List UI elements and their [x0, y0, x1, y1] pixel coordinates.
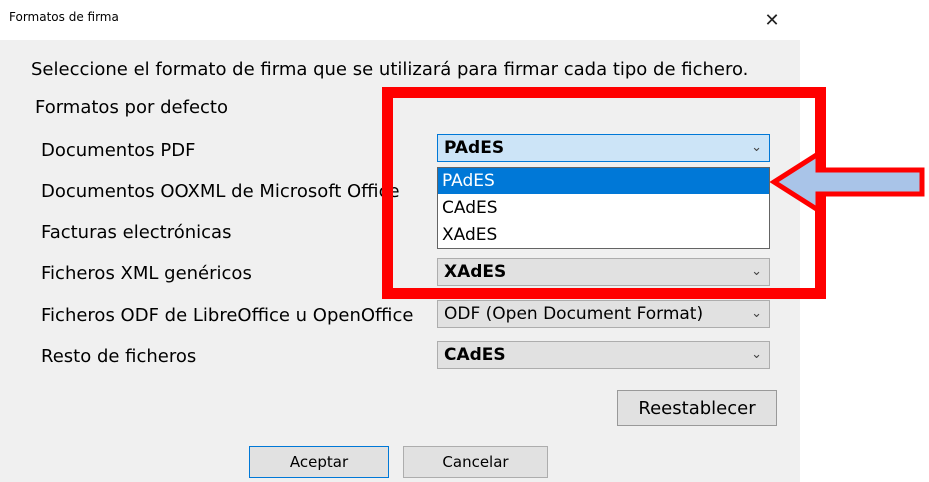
dropdown-option-pades[interactable]: PAdES — [438, 168, 769, 194]
resto-format-value: CAdES — [444, 345, 506, 365]
window-title: Formatos de firma — [9, 10, 119, 24]
chevron-down-icon: ⌄ — [751, 347, 762, 362]
label-facturas: Facturas electrónicas — [41, 222, 232, 243]
close-icon[interactable]: ✕ — [758, 6, 786, 34]
title-bar: Formatos de firma ✕ — [0, 0, 800, 40]
dropdown-option-xades[interactable]: XAdES — [438, 222, 769, 248]
group-title: Formatos por defecto — [35, 97, 228, 118]
chevron-down-icon: ⌄ — [751, 264, 762, 279]
odf-format-value: ODF (Open Document Format) — [444, 304, 704, 324]
label-pdf: Documentos PDF — [41, 140, 196, 161]
pdf-format-dropdown-list: PAdES CAdES XAdES — [437, 167, 770, 249]
accept-button[interactable]: Aceptar — [249, 446, 389, 478]
cancel-button[interactable]: Cancelar — [403, 446, 548, 478]
reset-button[interactable]: Reestablecer — [617, 390, 777, 426]
chevron-down-icon: ⌄ — [751, 306, 762, 321]
signature-formats-dialog: Formatos de firma ✕ Seleccione el format… — [0, 0, 800, 482]
odf-format-select[interactable]: ODF (Open Document Format) ⌄ — [437, 300, 770, 328]
chevron-down-icon: ⌄ — [751, 140, 762, 155]
resto-format-select[interactable]: CAdES ⌄ — [437, 341, 770, 369]
label-xml: Ficheros XML genéricos — [41, 263, 252, 284]
xml-format-select[interactable]: XAdES ⌄ — [437, 258, 770, 286]
dropdown-option-cades[interactable]: CAdES — [438, 195, 769, 221]
pdf-format-value: PAdES — [444, 138, 505, 158]
xml-format-value: XAdES — [444, 262, 507, 282]
label-ooxml: Documentos OOXML de Microsoft Office — [41, 181, 400, 202]
pdf-format-select[interactable]: PAdES ⌄ — [437, 134, 770, 162]
intro-text: Seleccione el formato de firma que se ut… — [31, 59, 749, 80]
label-resto: Resto de ficheros — [41, 346, 197, 367]
label-odf: Ficheros ODF de LibreOffice u OpenOffice — [41, 305, 414, 326]
